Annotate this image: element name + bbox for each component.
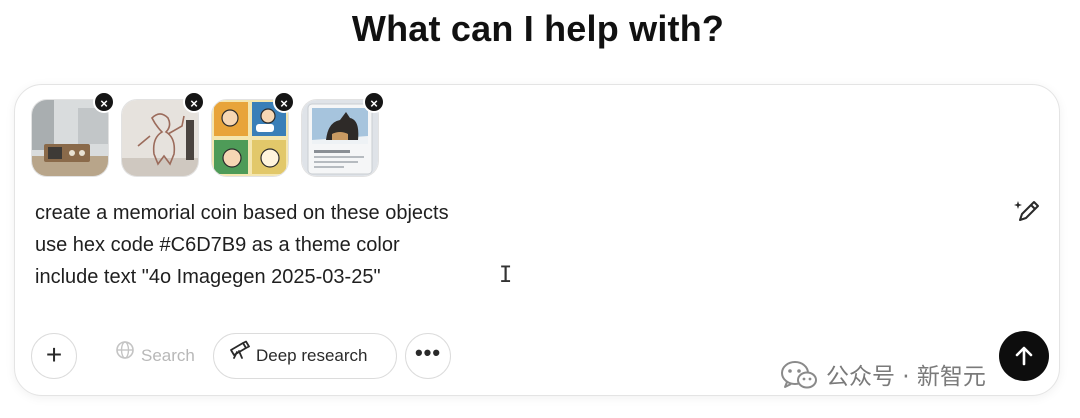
add-attachment-button[interactable]: +	[31, 333, 77, 379]
search-button[interactable]: Search	[101, 333, 205, 379]
prompt-line-3: include text "4o Imagegen 2025-03-25"	[35, 266, 381, 288]
pencil-sparkle-icon[interactable]	[1011, 195, 1043, 227]
remove-attachment-4-button[interactable]: ×	[363, 91, 385, 113]
prompt-line-1: create a memorial coin based on these ob…	[35, 202, 449, 224]
watermark-text: 公众号 · 新智元	[826, 364, 986, 390]
more-options-button[interactable]: •••	[405, 333, 451, 379]
deep-research-button[interactable]: Deep research	[213, 333, 397, 379]
text-cursor-icon: I	[499, 263, 513, 288]
remove-attachment-1-button[interactable]: ×	[93, 91, 115, 113]
search-label: Search	[141, 346, 195, 365]
remove-attachment-2-button[interactable]: ×	[183, 91, 205, 113]
page-title: What can I help with?	[351, 8, 725, 49]
prompt-composer: × × × × create a memorial coin based on …	[14, 84, 1060, 396]
send-button[interactable]	[999, 331, 1049, 381]
deep-research-label: Deep research	[256, 346, 368, 365]
watermark: 公众号 · 新智元	[780, 359, 986, 395]
telescope-icon	[228, 333, 250, 377]
prompt-line-2: use hex code #C6D7B9 as a theme color	[35, 234, 400, 256]
globe-icon	[115, 332, 135, 378]
prompt-textarea[interactable]: create a memorial coin based on these ob…	[35, 197, 935, 293]
remove-attachment-3-button[interactable]: ×	[273, 91, 295, 113]
chat-home-page: What can I help with? × × × × create a m…	[0, 0, 1080, 418]
wechat-icon	[781, 360, 817, 388]
arrow-up-icon	[1015, 346, 1033, 366]
